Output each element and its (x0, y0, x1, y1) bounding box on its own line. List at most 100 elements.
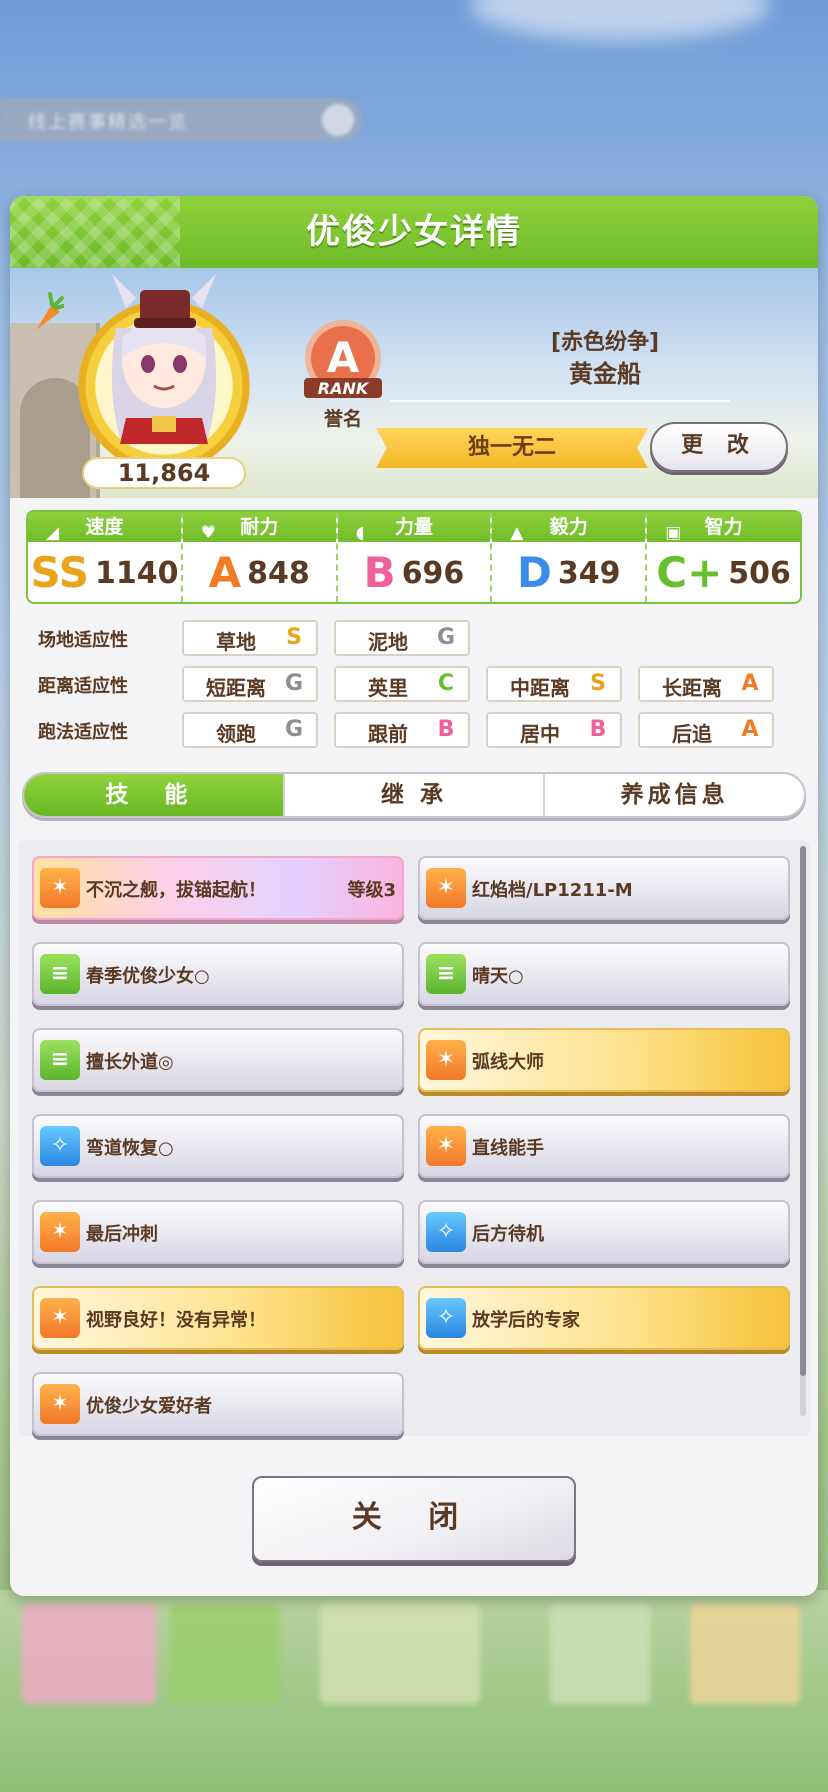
skill-item[interactable]: ≡ 晴天○ (418, 942, 790, 1006)
rank-label: 誉名 (323, 408, 362, 430)
aptitude-grade: A (741, 671, 759, 696)
skills-list: ✶ 不沉之舰，拔锚起航！ 等级3 ✶ 红焰档/LP1211-M ≡ 春季优俊少女○ ≡ 晴天○ ≡… (18, 840, 810, 1436)
aptitude-name: 英里 (368, 676, 408, 700)
flame-icon: ▲ (510, 523, 524, 543)
aptitude-cell: 后追 A (638, 712, 774, 748)
skills-scrollbar[interactable] (800, 846, 806, 1416)
skill-name: 后方待机 (472, 1224, 544, 1245)
umamusume-detail-dialog: 优俊少女详情 11,864 A RANK 誉名 [赤色纷争] 黄金船 独一无二 … (10, 196, 818, 1596)
aptitude-name: 后追 (672, 722, 712, 746)
background-banner-text: 线上赛事精选一览 (28, 112, 188, 133)
background-menu-item (22, 1604, 156, 1704)
stat-label: 耐力 (240, 516, 279, 538)
aptitude-cell: 泥地 G (334, 620, 470, 656)
aptitude-row: 跑法适应性 领跑 G 跟前 B 居中 B 后追 A (10, 712, 818, 748)
skill-item[interactable]: ✧ 后方待机 (418, 1200, 790, 1264)
background-menu-item (170, 1604, 280, 1704)
stat-value: 848 (247, 555, 310, 591)
tab-1[interactable]: 继 承 (282, 774, 544, 816)
aptitude-cell: 跟前 B (334, 712, 470, 748)
background-banner-info-icon (322, 104, 354, 136)
aptitude-cell: 领跑 G (182, 712, 318, 748)
aptitude-grade: G (284, 717, 304, 742)
stat-header: ◢ 速度 (28, 512, 181, 543)
shoe-icon: ◢ (46, 523, 60, 543)
skill-item[interactable]: ✶ 弧线大师 (418, 1028, 790, 1092)
close-button[interactable]: 关 闭 (252, 1476, 576, 1562)
skill-item[interactable]: ✶ 视野良好！没有异常！ (32, 1286, 404, 1350)
detail-tabs: 技 能继 承养成信息 (22, 772, 806, 818)
orange-skill-icon: ✶ (40, 868, 80, 908)
stat-grade: B (363, 548, 396, 597)
skill-item[interactable]: ≡ 春季优俊少女○ (32, 942, 404, 1006)
dialog-header: 优俊少女详情 (10, 196, 818, 268)
change-button[interactable]: 更 改 (650, 422, 788, 472)
aptitude-grade: B (437, 717, 455, 742)
stat-label: 力量 (394, 516, 433, 538)
skill-item[interactable]: ✶ 直线能手 (418, 1114, 790, 1178)
aptitude-row: 场地适应性 草地 S 泥地 G (10, 620, 818, 656)
skill-name: 不沉之舰，拔锚起航！ (86, 880, 266, 901)
aptitude-cell: 草地 S (182, 620, 318, 656)
dialog-title: 优俊少女详情 (306, 212, 522, 252)
stat-grade: A (208, 548, 242, 597)
stat-header: ◖ 力量 (337, 512, 491, 543)
heart-icon: ♥ (200, 523, 217, 543)
skill-item[interactable]: ≡ 擅长外道◎ (32, 1028, 404, 1092)
stat-body: SS 1140 (28, 542, 181, 602)
stat-2: ◖ 力量 B 696 (335, 512, 491, 602)
background-menu-item (550, 1604, 650, 1704)
arm-icon: ◖ (355, 523, 365, 543)
aptitude-name: 长距离 (662, 676, 722, 700)
aptitude-label: 距离适应性 (38, 676, 128, 697)
green-skill-icon: ≡ (426, 954, 466, 994)
aptitude-label: 场地适应性 (38, 630, 128, 651)
aptitude-grade: A (741, 717, 759, 742)
background-menu-item (690, 1604, 800, 1704)
skill-name: 最后冲刺 (86, 1224, 158, 1245)
character-portrait[interactable] (96, 268, 232, 454)
aptitude-name: 草地 (216, 630, 256, 654)
orange-skill-icon: ✶ (40, 1212, 80, 1252)
aptitude-name: 领跑 (216, 722, 256, 746)
aptitude-cell: 短距离 G (182, 666, 318, 702)
tab-0[interactable]: 技 能 (24, 774, 283, 816)
skill-item[interactable]: ✶ 优俊少女爱好者 (32, 1372, 404, 1436)
stat-body: A 848 (183, 542, 336, 602)
aptitude-name: 居中 (520, 722, 560, 746)
aptitude-grade: C (437, 671, 455, 696)
aptitude-row: 距离适应性 短距离 G 英里 C 中距离 S 长距离 A (10, 666, 818, 702)
orange-skill-icon: ✶ (426, 1126, 466, 1166)
aptitude-grade: S (590, 671, 606, 696)
stat-value: 696 (401, 555, 465, 591)
skill-name: 擅长外道◎ (86, 1052, 174, 1073)
skill-item[interactable]: ✧ 弯道恢复○ (32, 1114, 404, 1178)
skill-name: 弧线大师 (472, 1052, 544, 1073)
orange-skill-icon: ✶ (426, 1040, 466, 1080)
green-skill-icon: ≡ (40, 954, 80, 994)
character-epithet: [赤色纷争] (550, 330, 660, 355)
character-name: 黄金船 (569, 360, 641, 388)
aptitude-grade: G (284, 671, 304, 696)
skill-item[interactable]: ✶ 最后冲刺 (32, 1200, 404, 1264)
rank-badge-text: RANK (318, 379, 370, 398)
skill-item[interactable]: ✶ 不沉之舰，拔锚起航！ 等级3 (32, 856, 404, 920)
stat-body: B 696 (338, 542, 491, 602)
cap-icon: ▣ (665, 523, 682, 543)
tab-2[interactable]: 养成信息 (543, 774, 804, 816)
aptitude-cell: 中距离 S (486, 666, 622, 702)
skill-item[interactable]: ✧ 放学后的专家 (418, 1286, 790, 1350)
stat-header: ♥ 耐力 (182, 512, 336, 543)
stat-label: 速度 (85, 516, 124, 538)
skill-name: 直线能手 (472, 1138, 544, 1159)
blue-skill-icon: ✧ (40, 1126, 80, 1166)
scrollbar-thumb[interactable] (800, 846, 806, 1376)
stat-grade: D (517, 548, 552, 597)
blue-skill-icon: ✧ (426, 1298, 466, 1338)
stat-label: 智力 (704, 516, 743, 538)
stat-1: ♥ 耐力 A 848 (180, 512, 336, 602)
skill-item[interactable]: ✶ 红焰档/LP1211-M (418, 856, 790, 920)
rank-badge-icon: A RANK (304, 320, 382, 398)
carrot-icon (36, 292, 64, 330)
background-cloud (470, 0, 770, 40)
